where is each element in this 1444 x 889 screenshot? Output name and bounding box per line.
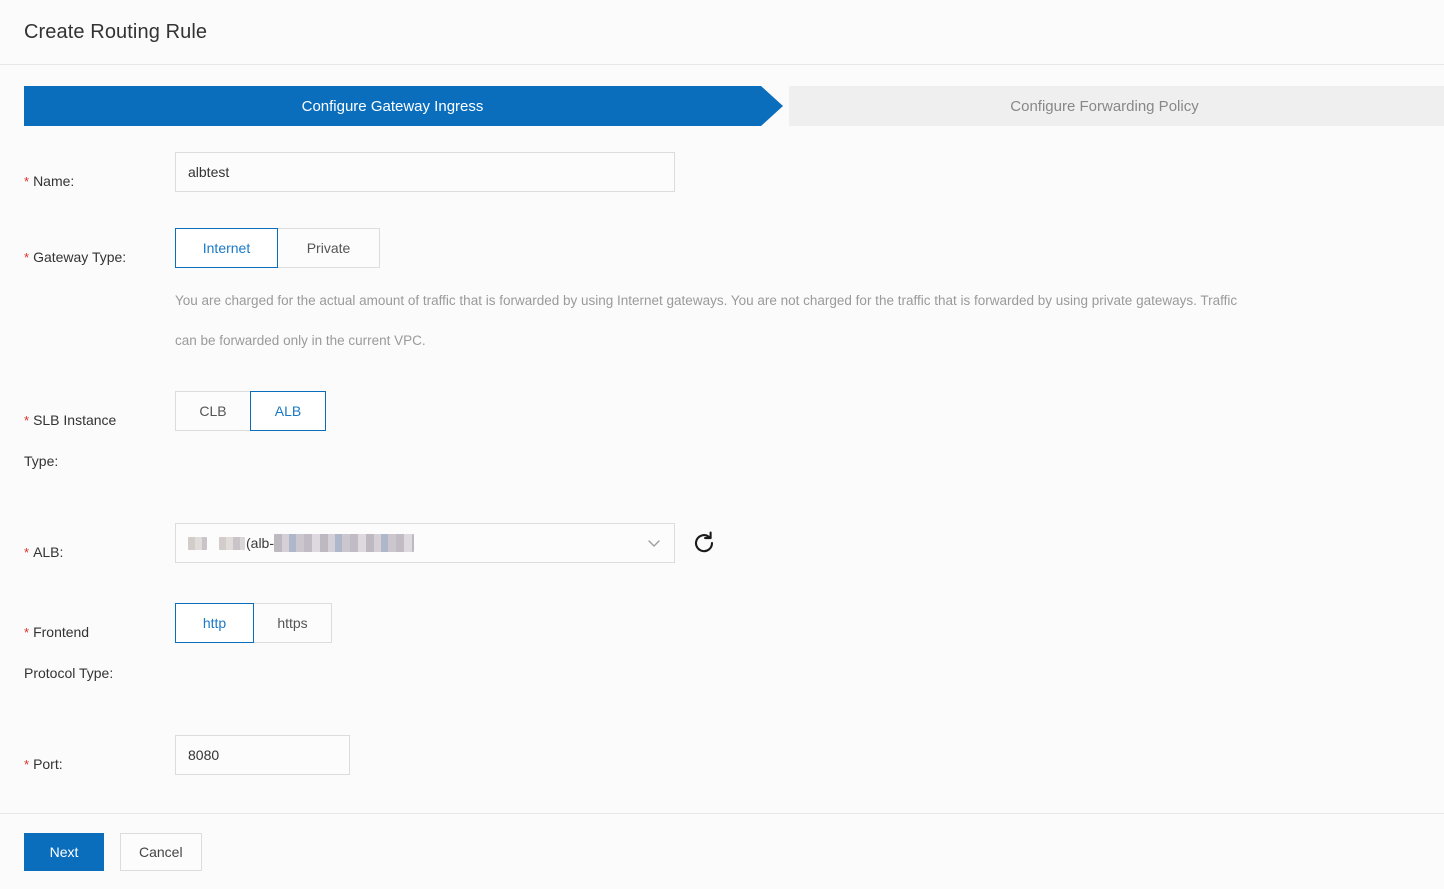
- label-alb: * ALB:: [0, 523, 175, 573]
- field-row-port: * Port: 8080: [0, 735, 1444, 785]
- name-input-value: albtest: [188, 164, 229, 180]
- required-marker-port: *: [24, 757, 29, 772]
- label-frontend-protocol-type-line1: * Frontend: [24, 612, 175, 653]
- slb-instance-type-option-alb-label: ALB: [275, 403, 301, 419]
- spacer: [0, 481, 1444, 523]
- step-indicator: Configure Gateway Ingress Configure Forw…: [0, 86, 1444, 126]
- field-row-gateway-type: * Gateway Type: Internet Private You are …: [0, 228, 1444, 361]
- redacted-text-block: [188, 537, 207, 550]
- field-slb-instance-type: CLB ALB: [175, 391, 1444, 431]
- slb-instance-type-option-clb-label: CLB: [199, 403, 226, 419]
- redacted-text-block: [219, 537, 245, 550]
- frontend-protocol-option-http-label: http: [203, 615, 226, 631]
- field-gateway-type: Internet Private You are charged for the…: [175, 228, 1444, 361]
- field-row-frontend-protocol-type: * Frontend Protocol Type: http https: [0, 603, 1444, 693]
- alb-select-value: (alb-: [188, 534, 638, 552]
- page-title: Create Routing Rule: [24, 21, 207, 44]
- gateway-type-helper-text: You are charged for the actual amount of…: [175, 281, 1250, 361]
- label-frontend-protocol-type-text1: Frontend: [33, 624, 89, 640]
- alb-select-row: (alb-: [175, 523, 1444, 563]
- field-port: 8080: [175, 735, 1444, 775]
- spacer: [0, 573, 1444, 603]
- label-slb-instance-type-text1: SLB Instance: [33, 412, 116, 428]
- footer-action-bar: Next Cancel: [0, 813, 1444, 889]
- field-frontend-protocol-type: http https: [175, 603, 1444, 643]
- step-2-label: Configure Forwarding Policy: [1010, 98, 1198, 115]
- frontend-protocol-option-https-label: https: [277, 615, 307, 631]
- chevron-down-icon: [646, 535, 662, 551]
- label-alb-text: ALB:: [33, 544, 63, 560]
- redacted-text-block: [274, 534, 414, 552]
- label-gateway-type-text: Gateway Type:: [33, 249, 126, 265]
- required-marker-slb-instance-type: *: [24, 413, 29, 428]
- field-alb: (alb-: [175, 523, 1444, 563]
- label-gateway-type: * Gateway Type:: [0, 228, 175, 278]
- label-slb-instance-type-line2: Type:: [24, 441, 175, 481]
- label-port: * Port:: [0, 735, 175, 785]
- name-input[interactable]: albtest: [175, 152, 675, 192]
- spacer: [0, 361, 1444, 391]
- field-row-name: * Name: albtest: [0, 152, 1444, 202]
- refresh-icon: [691, 530, 717, 556]
- label-frontend-protocol-type-line2: Protocol Type:: [24, 653, 175, 693]
- refresh-alb-button[interactable]: [690, 529, 718, 557]
- alb-select-value-fragment: (alb-: [246, 535, 274, 551]
- slb-instance-type-segmented-control: CLB ALB: [175, 391, 326, 431]
- required-marker-name: *: [24, 174, 29, 189]
- label-frontend-protocol-type: * Frontend Protocol Type:: [0, 603, 175, 693]
- next-button-label: Next: [50, 844, 79, 860]
- required-marker-gateway-type: *: [24, 250, 29, 265]
- label-slb-instance-type-line1: * SLB Instance: [24, 400, 175, 441]
- gateway-type-option-internet-label: Internet: [203, 240, 250, 256]
- field-name: albtest: [175, 152, 1444, 192]
- frontend-protocol-option-https[interactable]: https: [253, 603, 332, 643]
- alb-select[interactable]: (alb-: [175, 523, 675, 563]
- slb-instance-type-option-alb[interactable]: ALB: [250, 391, 326, 431]
- step-configure-forwarding-policy[interactable]: Configure Forwarding Policy: [789, 86, 1444, 126]
- step-configure-gateway-ingress[interactable]: Configure Gateway Ingress: [24, 86, 761, 126]
- port-input[interactable]: 8080: [175, 735, 350, 775]
- cancel-button-label: Cancel: [139, 844, 183, 860]
- next-button[interactable]: Next: [24, 833, 104, 871]
- page-header: Create Routing Rule: [0, 0, 1444, 65]
- slb-instance-type-option-clb[interactable]: CLB: [175, 391, 251, 431]
- label-name-text: Name:: [33, 173, 74, 189]
- port-input-value: 8080: [188, 747, 219, 763]
- step-1-label: Configure Gateway Ingress: [302, 98, 484, 115]
- spacer: [0, 693, 1444, 735]
- gateway-type-option-private[interactable]: Private: [277, 228, 380, 268]
- cancel-button[interactable]: Cancel: [120, 833, 202, 871]
- frontend-protocol-option-http[interactable]: http: [175, 603, 254, 643]
- label-slb-instance-type: * SLB Instance Type:: [0, 391, 175, 481]
- required-marker-alb: *: [24, 545, 29, 560]
- routing-rule-form: * Name: albtest * Gateway Type: Internet P…: [0, 126, 1444, 785]
- frontend-protocol-segmented-control: http https: [175, 603, 332, 643]
- spacer: [0, 202, 1444, 228]
- required-marker-frontend-protocol-type: *: [24, 625, 29, 640]
- gateway-type-option-private-label: Private: [307, 240, 351, 256]
- label-name: * Name:: [0, 152, 175, 202]
- field-row-alb: * ALB: (alb-: [0, 523, 1444, 573]
- field-row-slb-instance-type: * SLB Instance Type: CLB ALB: [0, 391, 1444, 481]
- label-port-text: Port:: [33, 756, 63, 772]
- gateway-type-segmented-control: Internet Private: [175, 228, 380, 268]
- gateway-type-option-internet[interactable]: Internet: [175, 228, 278, 268]
